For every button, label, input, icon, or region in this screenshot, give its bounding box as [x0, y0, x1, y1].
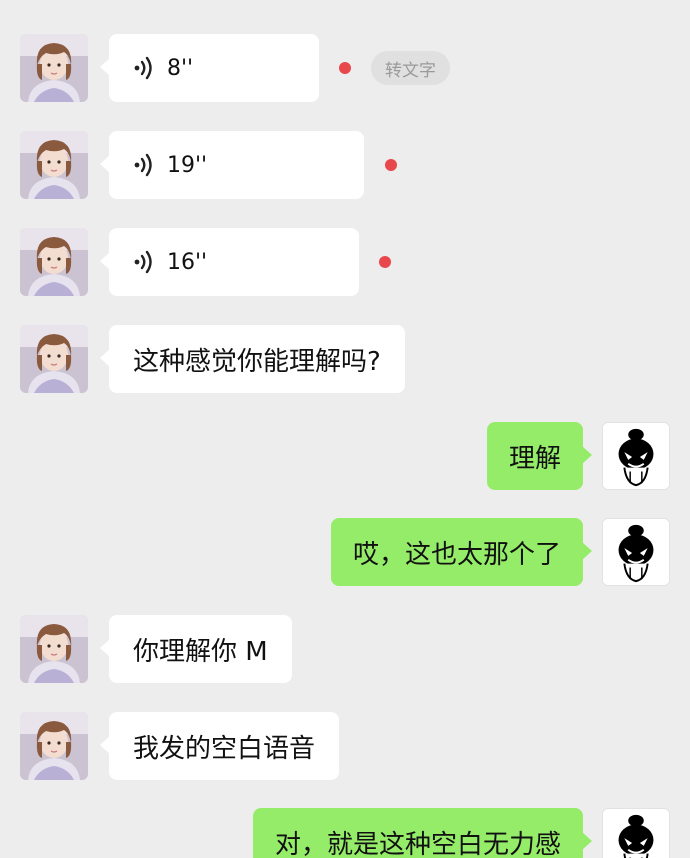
message-text: 哎，这也太那个了: [352, 539, 561, 570]
message-text: 理解: [508, 443, 561, 474]
message-text: 你理解你 M: [133, 636, 268, 667]
self-avatar[interactable]: [602, 422, 670, 490]
message-row: 哎，这也太那个了: [0, 518, 690, 586]
self-avatar[interactable]: [602, 518, 670, 586]
text-message-bubble[interactable]: 这种感觉你能理解吗?: [100, 325, 405, 393]
unread-dot: [385, 159, 397, 171]
text-message-bubble[interactable]: 哎，这也太那个了: [330, 518, 593, 586]
voice-message-bubble[interactable]: 19'': [100, 131, 364, 199]
unread-dot: [379, 256, 391, 268]
text-message-bubble[interactable]: 我发的空白语音: [99, 712, 340, 780]
text-message-bubble[interactable]: 对，就是这种空白无力感: [252, 808, 593, 858]
message-text: 这种感觉你能理解吗?: [133, 346, 381, 377]
message-row: 这种感觉你能理解吗?: [0, 325, 690, 393]
message-row: 理解: [0, 422, 690, 490]
message-row: 19'': [0, 131, 690, 199]
contact-avatar[interactable]: [20, 325, 88, 393]
voice-wave-icon: [133, 55, 155, 81]
message-row: 16'': [0, 228, 690, 296]
message-row: 8'' 转文字: [0, 34, 690, 102]
convert-to-text-button[interactable]: 转文字: [371, 51, 450, 85]
voice-wave-icon: [133, 152, 155, 178]
voice-wave-icon: [133, 249, 155, 275]
message-row: 你理解你 M: [0, 615, 690, 683]
voice-message-bubble[interactable]: 8'': [100, 34, 319, 102]
contact-avatar[interactable]: [20, 131, 88, 199]
voice-message-bubble[interactable]: 16'': [100, 228, 359, 296]
text-message-bubble[interactable]: 理解: [486, 422, 593, 490]
message-text: 对，就是这种空白无力感: [274, 829, 561, 858]
message-row: 对，就是这种空白无力感: [0, 808, 690, 858]
contact-avatar[interactable]: [20, 712, 88, 780]
contact-avatar[interactable]: [20, 615, 88, 683]
voice-duration: 19'': [167, 152, 208, 178]
contact-avatar[interactable]: [20, 228, 88, 296]
contact-avatar[interactable]: [20, 34, 88, 102]
message-row: 我发的空白语音: [0, 712, 690, 780]
self-avatar[interactable]: [602, 808, 670, 858]
message-text: 我发的空白语音: [133, 733, 316, 764]
voice-duration: 16'': [167, 249, 208, 275]
unread-dot: [339, 62, 351, 74]
text-message-bubble[interactable]: 你理解你 M: [100, 615, 292, 683]
voice-duration: 8'': [167, 55, 194, 81]
